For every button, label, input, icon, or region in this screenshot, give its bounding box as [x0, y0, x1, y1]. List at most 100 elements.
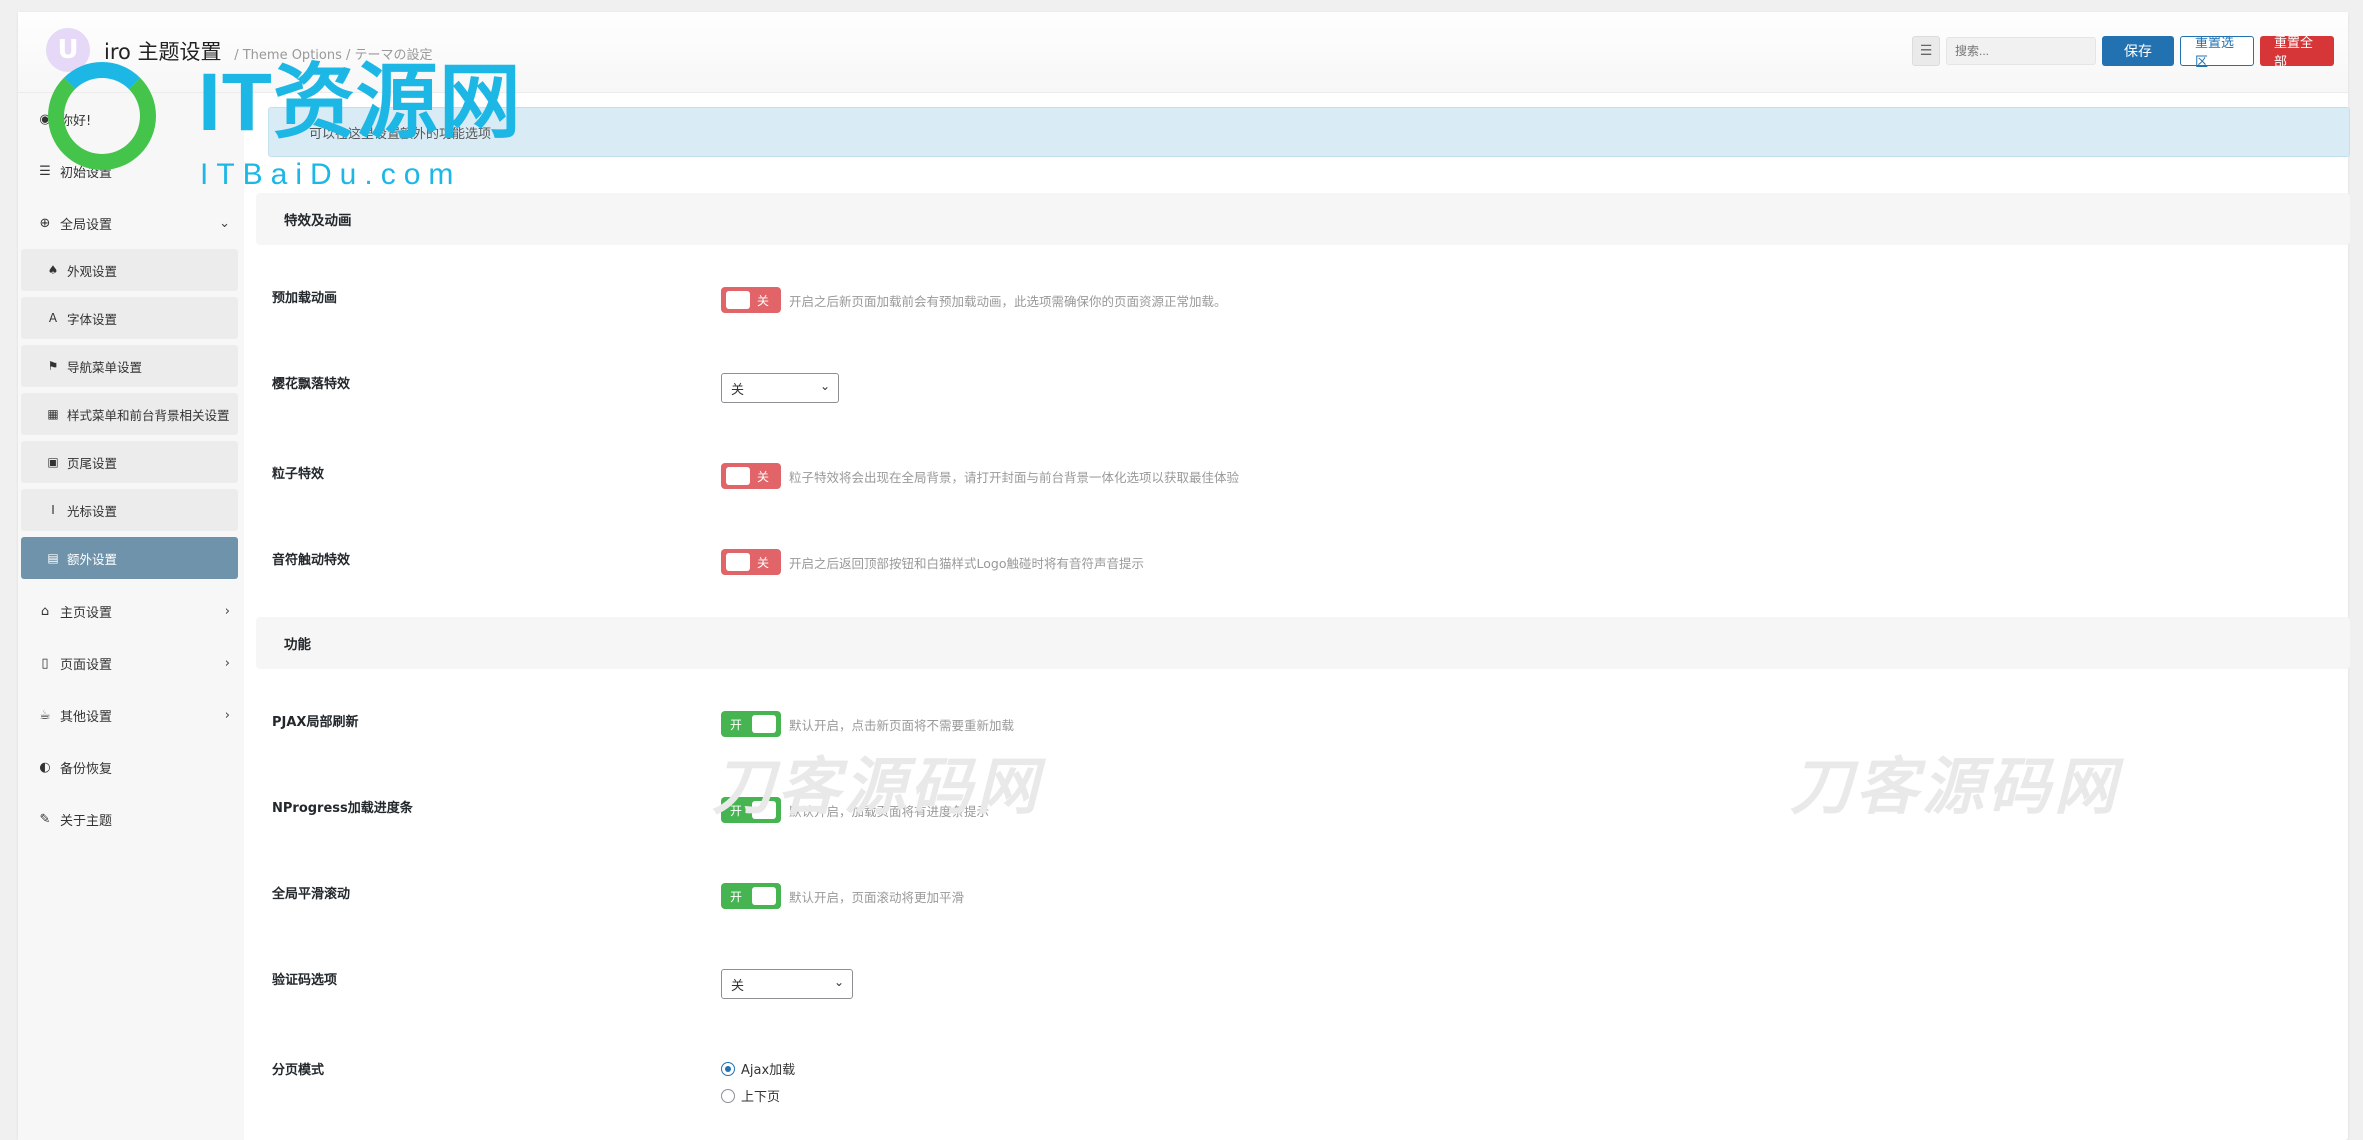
setting-field: 关 粒子特效将会出现在全局背景，请打开封面与前台背景一体化选项以获取最佳体验 [721, 463, 1239, 489]
sidebar-subitem-nav-menu[interactable]: ⚑ 导航菜单设置 [21, 345, 238, 387]
sidebar-item-label: 初始设置 [60, 165, 113, 181]
pjax-toggle[interactable]: 开 [721, 711, 781, 737]
sidebar-subitem-cursor[interactable]: I 光标设置 [21, 489, 238, 531]
sidebar-subitem-appearance[interactable]: ♠ 外观设置 [21, 249, 238, 291]
setting-label: 樱花飘落特效 [272, 377, 351, 392]
select-value: 关 [731, 382, 745, 398]
sidebar-item-label: 关于主题 [60, 813, 113, 829]
setting-row-sakura: 樱花飘落特效 关 ⌄ [244, 373, 2348, 433]
toggle-knob [726, 467, 750, 485]
toggle-state: 关 [756, 556, 769, 570]
coffee-icon: ☕ [39, 707, 51, 723]
save-button[interactable]: 保存 [2102, 36, 2174, 66]
reset-section-button[interactable]: 重置选区 [2180, 36, 2254, 70]
search-input[interactable] [1946, 37, 2096, 65]
footer-icon: ▣ [47, 455, 59, 469]
sidebar-subitem-footer[interactable]: ▣ 页尾设置 [21, 441, 238, 483]
setting-description: 开启之后返回顶部按钮和白猫样式Logo触碰时将有音符声音提示 [789, 555, 1144, 571]
captcha-select[interactable]: 关 ⌄ [721, 969, 853, 999]
tree-icon: ♠ [47, 263, 59, 277]
chevron-right-icon: › [224, 655, 230, 671]
file-icon: ▯ [41, 655, 49, 671]
pagination-option-prev-next[interactable]: 上下页 [721, 1086, 795, 1105]
expand-all-icon[interactable]: ☰ [1912, 36, 1940, 66]
grid-icon: ▦ [47, 407, 59, 421]
preload-toggle[interactable]: 关 [721, 287, 781, 313]
setting-row-pjax: PJAX局部刷新 开 默认开启，点击新页面将不需要重新加载 [244, 711, 2348, 771]
globe-icon: ⊕ [39, 215, 51, 231]
setting-description: 默认开启，页面滚动将更加平滑 [789, 889, 965, 905]
sidebar-item-label: 全局设置 [60, 217, 113, 233]
setting-field: 关 ⌄ [721, 969, 853, 999]
toggle-knob [726, 553, 750, 571]
sidebar-subitem-label: 导航菜单设置 [67, 359, 143, 375]
setting-field: 关 ⌄ [721, 373, 839, 403]
toggle-knob [752, 801, 776, 819]
setting-row-nprogress: NProgress加载进度条 开 默认开启，加载页面将有进度条提示 [244, 797, 2348, 857]
sakura-select[interactable]: 关 ⌄ [721, 373, 839, 403]
sidebar-item-backup-restore[interactable]: ◐ 备份恢复 [18, 741, 244, 793]
pagination-radio-group: Ajax加载 上下页 [721, 1059, 795, 1105]
sidebar-item-label: 主页设置 [60, 605, 113, 621]
info-notice: 可以在这里设置额外的功能选项 [268, 107, 2350, 157]
setting-description: 开启之后新页面加载前会有预加载动画，此选项需确保你的页面资源正常加载。 [789, 293, 1227, 309]
sidebar-subitem-extra[interactable]: ▤ 额外设置 [21, 537, 238, 579]
smooth-scroll-toggle[interactable]: 开 [721, 883, 781, 909]
sidebar-subitem-label: 外观设置 [67, 263, 118, 279]
sidebar-subitem-label: 光标设置 [67, 503, 118, 519]
header-bar: U iro 主题设置 / Theme Options / テーマの設定 ☰ 保存… [18, 12, 2348, 93]
setting-row-preload: 预加载动画 关 开启之后新页面加载前会有预加载动画，此选项需确保你的页面资源正常… [244, 287, 2348, 347]
sidebar-item-label: 其他设置 [60, 709, 113, 725]
setting-row-music-touch: 音符触动特效 关 开启之后返回顶部按钮和白猫样式Logo触碰时将有音符声音提示 [244, 549, 2348, 609]
setting-description: 默认开启，加载页面将有进度条提示 [789, 803, 990, 819]
toggle-knob [726, 291, 750, 309]
radio-selected[interactable] [721, 1061, 735, 1076]
gift-icon: ▤ [47, 551, 59, 565]
chevron-right-icon: › [224, 707, 230, 723]
home-icon: ⌂ [40, 603, 50, 619]
sidebar-item-hello[interactable]: ◉ 你好! [18, 93, 244, 145]
toggle-state: 开 [730, 804, 743, 818]
music-touch-toggle[interactable]: 关 [721, 549, 781, 575]
setting-row-smooth-scroll: 全局平滑滚动 开 默认开启，页面滚动将更加平滑 [244, 883, 2348, 943]
section-header-features: 功能 [256, 617, 2350, 669]
pagination-option-ajax[interactable]: Ajax加载 [721, 1059, 795, 1078]
chevron-right-icon: › [224, 603, 230, 619]
font-icon: A [48, 311, 58, 325]
toggle-state: 关 [756, 470, 769, 484]
options-panel: U iro 主题设置 / Theme Options / テーマの設定 ☰ 保存… [18, 12, 2350, 1140]
sidebar-subitem-label: 样式菜单和前台背景相关设置 [67, 407, 230, 423]
particles-toggle[interactable]: 关 [721, 463, 781, 489]
sidebar-item-about-theme[interactable]: ✎ 关于主题 [18, 793, 244, 845]
sidebar-subitem-style-background[interactable]: ▦ 样式菜单和前台背景相关设置 [21, 393, 238, 435]
sidebar-item-label: 备份恢复 [60, 761, 113, 777]
reset-all-button[interactable]: 重置全部 [2260, 36, 2334, 70]
sidebar-item-label: 页面设置 [60, 657, 113, 673]
sidebar-item-global-settings[interactable]: ⊕ 全局设置 ⌄ [18, 197, 244, 249]
toggle-knob [752, 715, 776, 733]
sidebar-item-other-settings[interactable]: ☕ 其他设置 › [18, 689, 244, 741]
settings-content: 可以在这里设置额外的功能选项 特效及动画 预加载动画 关 开启之后新页面加载前会… [244, 93, 2350, 1140]
setting-label: NProgress加载进度条 [272, 801, 413, 816]
page-title: iro 主题设置 / Theme Options / テーマの設定 [104, 36, 433, 66]
setting-field: 开 默认开启，点击新页面将不需要重新加载 [721, 711, 1014, 737]
setting-row-captcha: 验证码选项 关 ⌄ [244, 969, 2348, 1029]
toggle-state: 开 [730, 718, 743, 732]
shield-icon: ◐ [39, 759, 51, 775]
setting-row-pagination: 分页模式 Ajax加载 上下页 [244, 1059, 2348, 1129]
setting-label: 粒子特效 [272, 467, 325, 482]
paperclip-icon: ✎ [39, 811, 51, 827]
setting-field: Ajax加载 上下页 [721, 1059, 795, 1105]
sidebar-item-initial-settings[interactable]: ☰ 初始设置 [18, 145, 244, 197]
nprogress-toggle[interactable]: 开 [721, 797, 781, 823]
sidebar-item-page-settings[interactable]: ▯ 页面设置 › [18, 637, 244, 689]
sidebar-subitem-font[interactable]: A 字体设置 [21, 297, 238, 339]
setting-field: 关 开启之后返回顶部按钮和白猫样式Logo触碰时将有音符声音提示 [721, 549, 1144, 575]
chevron-down-icon: ⌄ [219, 215, 230, 231]
setting-label: 验证码选项 [272, 973, 338, 988]
sidebar: ◉ 你好! ☰ 初始设置 ⊕ 全局设置 ⌄ ♠ 外观设置 A 字体设置 ⚑ 导航… [18, 93, 244, 1140]
theme-logo: U [46, 28, 90, 72]
setting-label: PJAX局部刷新 [272, 715, 359, 730]
sidebar-item-homepage-settings[interactable]: ⌂ 主页设置 › [18, 585, 244, 637]
radio-unselected[interactable] [721, 1088, 735, 1103]
